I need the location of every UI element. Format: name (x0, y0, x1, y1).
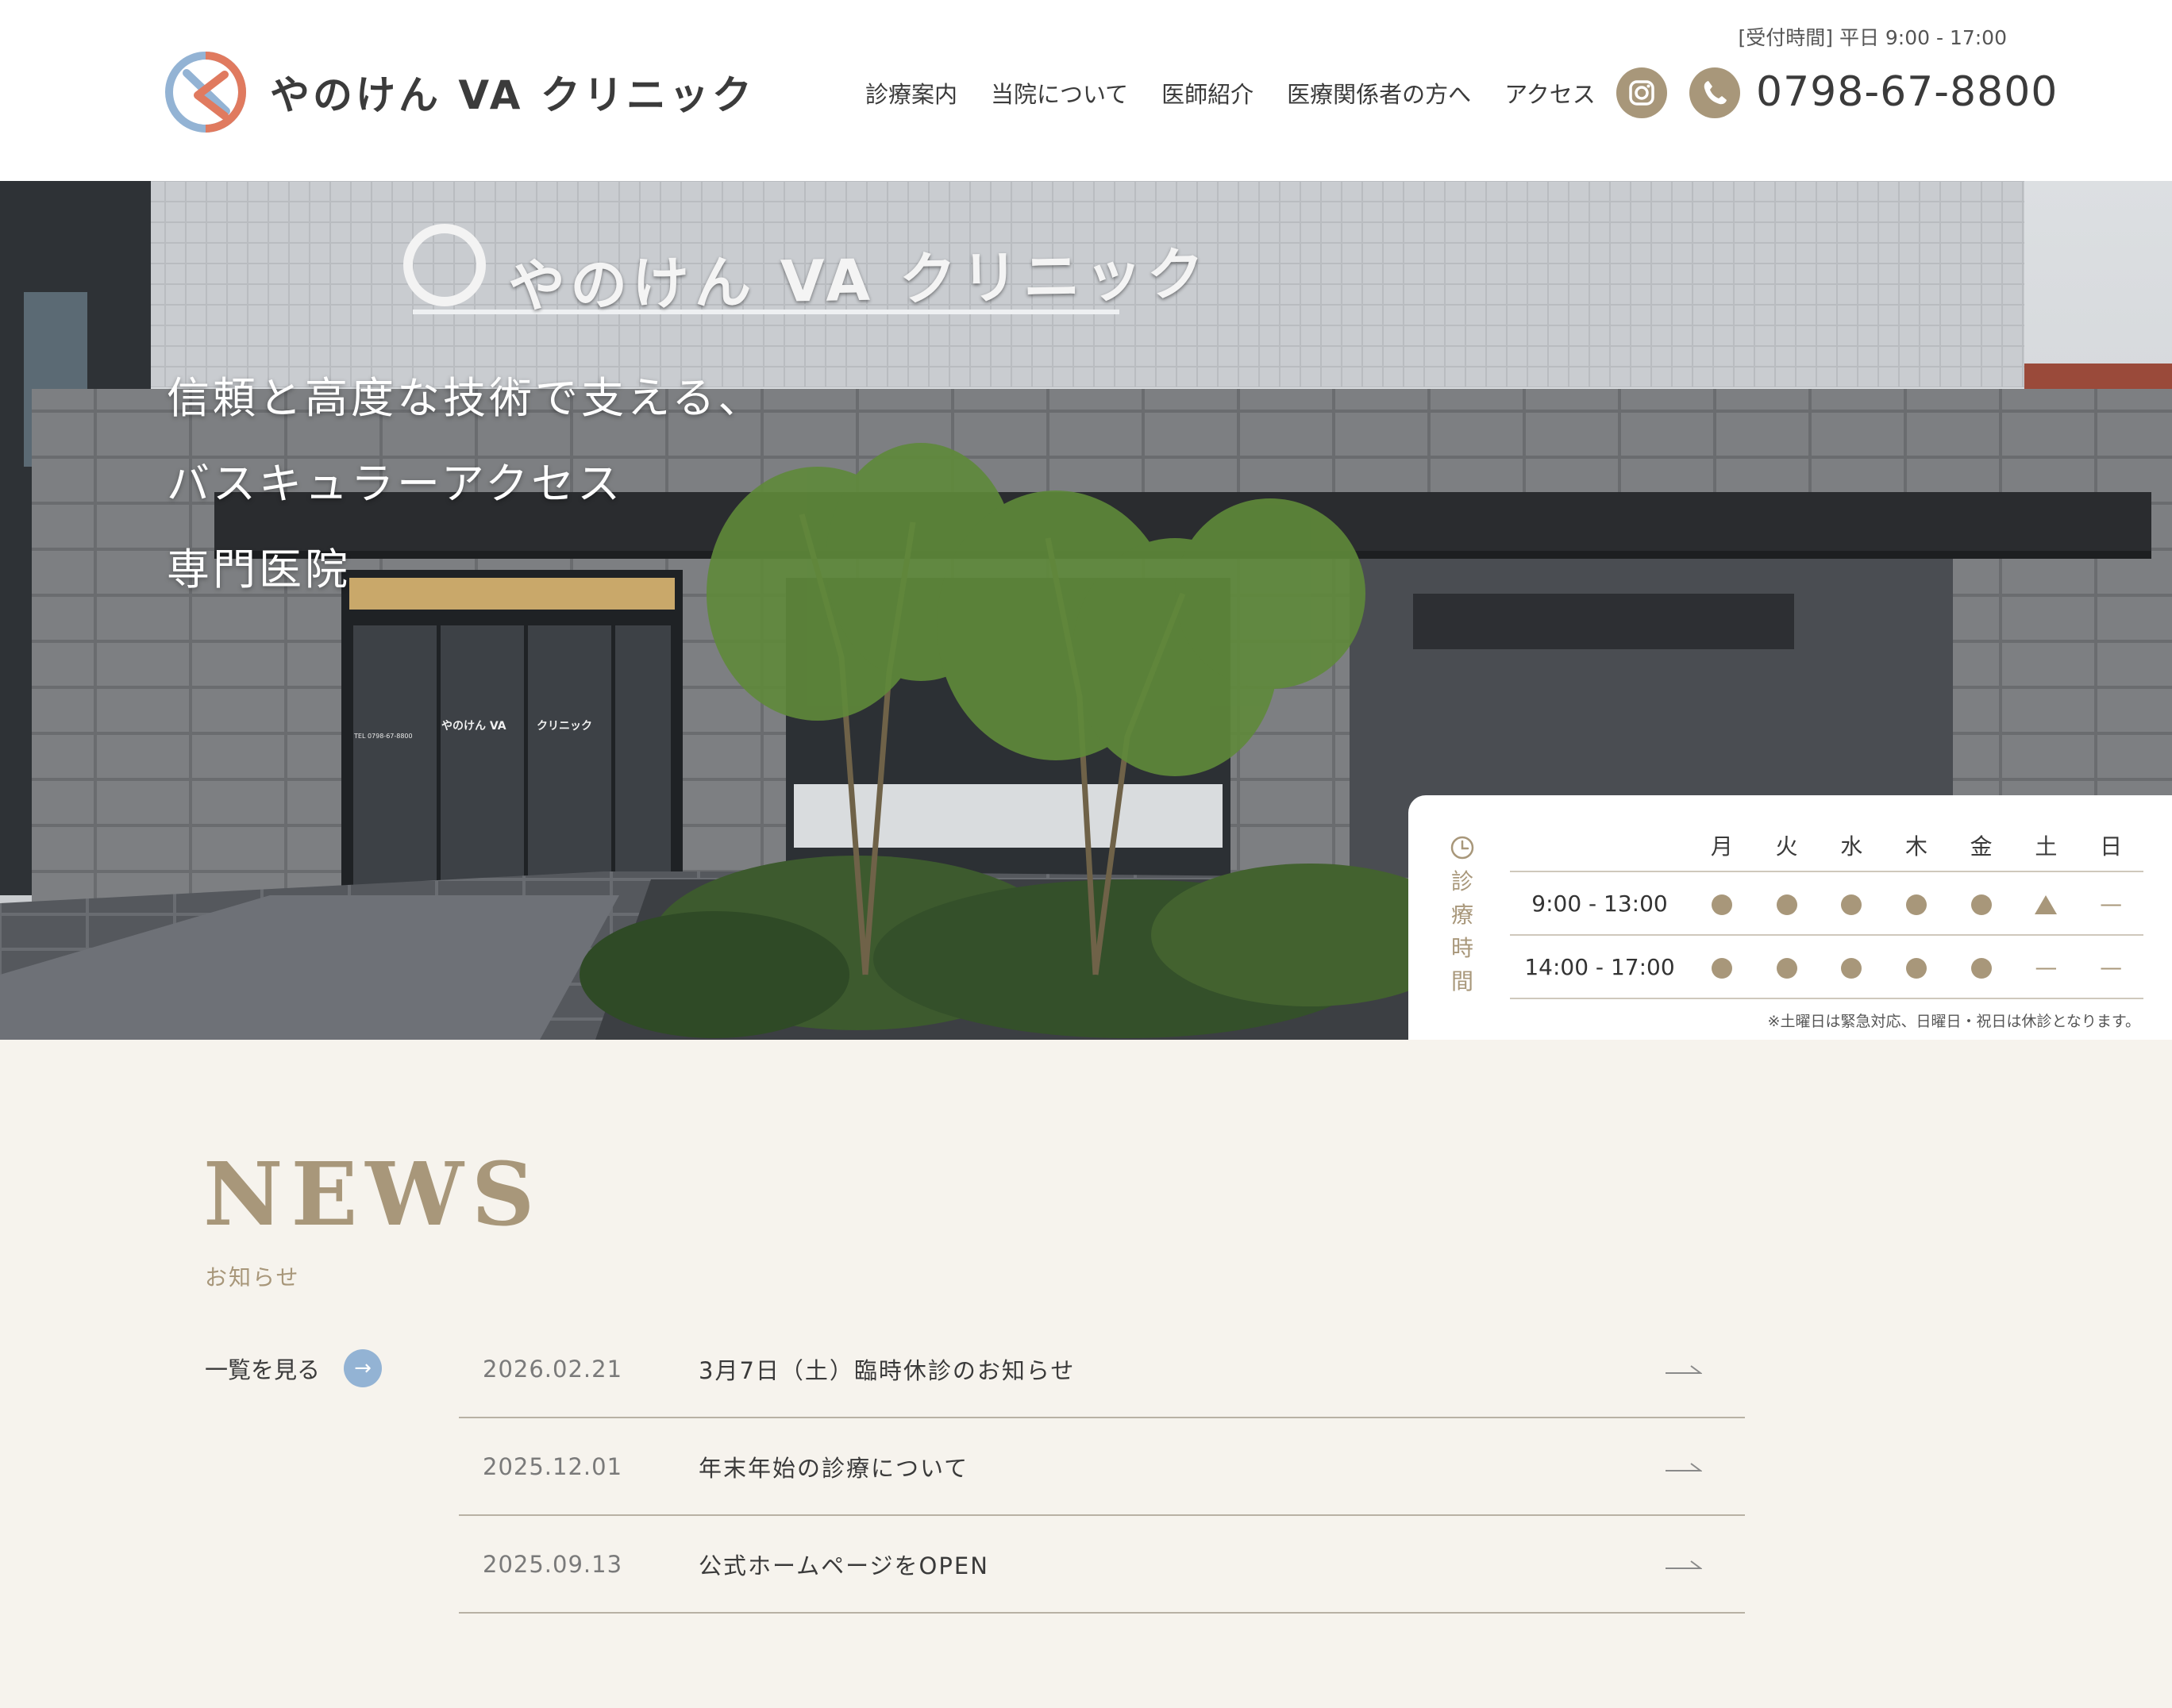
closed-mark: — (2078, 935, 2143, 999)
triangle-icon (2035, 894, 2058, 914)
news-item[interactable]: 2025.09.13 公式ホームページをOPEN (459, 1516, 1745, 1614)
reception-hours: [受付時間] 平日 9:00 - 17:00 (1738, 26, 2007, 49)
schedule-row-morning: 9:00 - 13:00 — (1510, 871, 2143, 936)
door-sign-left: やのけん VA (441, 720, 506, 733)
header-blank (1510, 819, 1689, 872)
open-mark (1819, 935, 1885, 999)
site-header: やのけん VA クリニック [受付時間] 平日 9:00 - 17:00 診療案… (0, 0, 2172, 181)
news-headline: 年末年始の診療について (699, 1454, 969, 1482)
hero-line-2: バスキュラーアクセス (167, 459, 624, 509)
time-slot: 14:00 - 17:00 (1510, 935, 1689, 999)
label-char: 間 (1450, 968, 1473, 994)
arrow-right-icon: → (344, 1349, 383, 1387)
open-dot-icon (1776, 957, 1797, 979)
news-title: NEWS (203, 1143, 543, 1245)
open-dot-icon (1711, 957, 1732, 979)
nav-item-doctors[interactable]: 医師紹介 (1161, 76, 1254, 110)
open-dot-icon (1905, 894, 1927, 915)
label-char: 療 (1450, 902, 1473, 928)
view-all-label: 一覧を見る (205, 1356, 321, 1383)
news-headline: 3月7日（土）臨時休診のお知らせ (699, 1356, 1076, 1384)
nav-item-medical-professionals[interactable]: 医療関係者の方へ (1287, 76, 1471, 110)
consultation-hours-label: 診 療 時 間 (1445, 835, 1480, 998)
news-item[interactable]: 2025.12.01 年末年始の診療について (459, 1418, 1745, 1516)
phone-button[interactable] (1689, 67, 1740, 118)
news-date: 2025.09.13 (483, 1550, 623, 1578)
label-char: 時 (1450, 935, 1473, 961)
door-sign-tel: TEL 0798-67-8800 (354, 733, 413, 740)
schedule-row-afternoon: 14:00 - 17:00 — — (1510, 935, 2143, 999)
label-char: 診 (1450, 868, 1473, 894)
open-mark (1884, 935, 1949, 999)
open-mark (1948, 871, 2014, 936)
news-list: 2026.02.21 3月7日（土）臨時休診のお知らせ 2025.12.01 年… (459, 1321, 1745, 1614)
news-headline: 公式ホームページをOPEN (699, 1552, 989, 1579)
open-mark (1754, 935, 1820, 999)
open-mark (1948, 935, 2014, 999)
schedule-table: 月 火 水 木 金 土 日 9:00 - 13:00 — 14:00 - 17:… (1510, 819, 2143, 999)
open-dot-icon (1905, 957, 1927, 979)
open-mark (1884, 871, 1949, 936)
closed-dash: — (2035, 953, 2058, 980)
closed-mark: — (2013, 935, 2079, 999)
building-sign: やのけん VA クリニック (507, 240, 1210, 320)
open-mark (1819, 871, 1885, 936)
clinic-name[interactable]: やのけん VA クリニック (270, 63, 755, 121)
closed-mark: — (2078, 871, 2143, 936)
nav-item-access[interactable]: アクセス (1504, 76, 1596, 110)
arrow-right-icon (1666, 1462, 1702, 1471)
day-header: 火 (1754, 819, 1820, 872)
day-header: 金 (1948, 819, 2014, 872)
hero-tagline: 信頼と高度な技術で支える、 バスキュラーアクセス 専門医院 (167, 356, 764, 613)
emergency-mark (2013, 871, 2079, 936)
main-nav: 診療案内 当院について 医師紹介 医療関係者の方へ アクセス (865, 76, 1596, 110)
open-dot-icon (1970, 894, 1992, 915)
open-dot-icon (1711, 894, 1732, 915)
day-header: 日 (2078, 819, 2143, 872)
hero-line-1: 信頼と高度な技術で支える、 (167, 373, 764, 423)
hero-line-3: 専門医院 (167, 544, 351, 594)
news-date: 2026.02.21 (483, 1355, 623, 1383)
news-item[interactable]: 2026.02.21 3月7日（土）臨時休診のお知らせ (459, 1321, 1745, 1418)
day-header: 木 (1884, 819, 1949, 872)
news-subtitle: お知らせ (205, 1264, 300, 1291)
view-all-link[interactable]: 一覧を見る → (205, 1349, 383, 1387)
instagram-icon (1629, 80, 1654, 106)
nav-item-services[interactable]: 診療案内 (865, 76, 957, 110)
open-dot-icon (1841, 894, 1862, 915)
instagram-button[interactable] (1616, 67, 1667, 118)
open-dot-icon (1841, 957, 1862, 979)
phone-number[interactable]: 0798-67-8800 (1756, 68, 2058, 116)
consultation-hours-card: 診 療 時 間 月 火 水 木 金 土 日 9:00 - 13:00 — 14:… (1408, 795, 2172, 1040)
day-header: 水 (1819, 819, 1885, 872)
nav-item-about[interactable]: 当院について (991, 76, 1128, 110)
day-header: 土 (2013, 819, 2079, 872)
news-date: 2025.12.01 (483, 1452, 623, 1480)
open-dot-icon (1970, 957, 1992, 979)
clock-icon (1450, 836, 1474, 860)
phone-icon (1704, 81, 1727, 105)
schedule-note: ※土曜日は緊急対応、日曜日・祝日は休診となります。 (1767, 1013, 2140, 1030)
schedule-header-row: 月 火 水 木 金 土 日 (1510, 819, 2143, 872)
day-header: 月 (1689, 819, 1754, 872)
clinic-logo-icon[interactable] (163, 49, 248, 135)
closed-dash: — (2100, 890, 2123, 917)
open-mark (1689, 871, 1754, 936)
open-dot-icon (1776, 894, 1797, 915)
closed-dash: — (2100, 953, 2123, 980)
open-mark (1689, 935, 1754, 999)
arrow-right-icon (1666, 1364, 1702, 1374)
time-slot: 9:00 - 13:00 (1510, 871, 1689, 936)
open-mark (1754, 871, 1820, 936)
arrow-right-icon (1666, 1560, 1702, 1569)
door-sign-right: クリニック (537, 720, 592, 733)
